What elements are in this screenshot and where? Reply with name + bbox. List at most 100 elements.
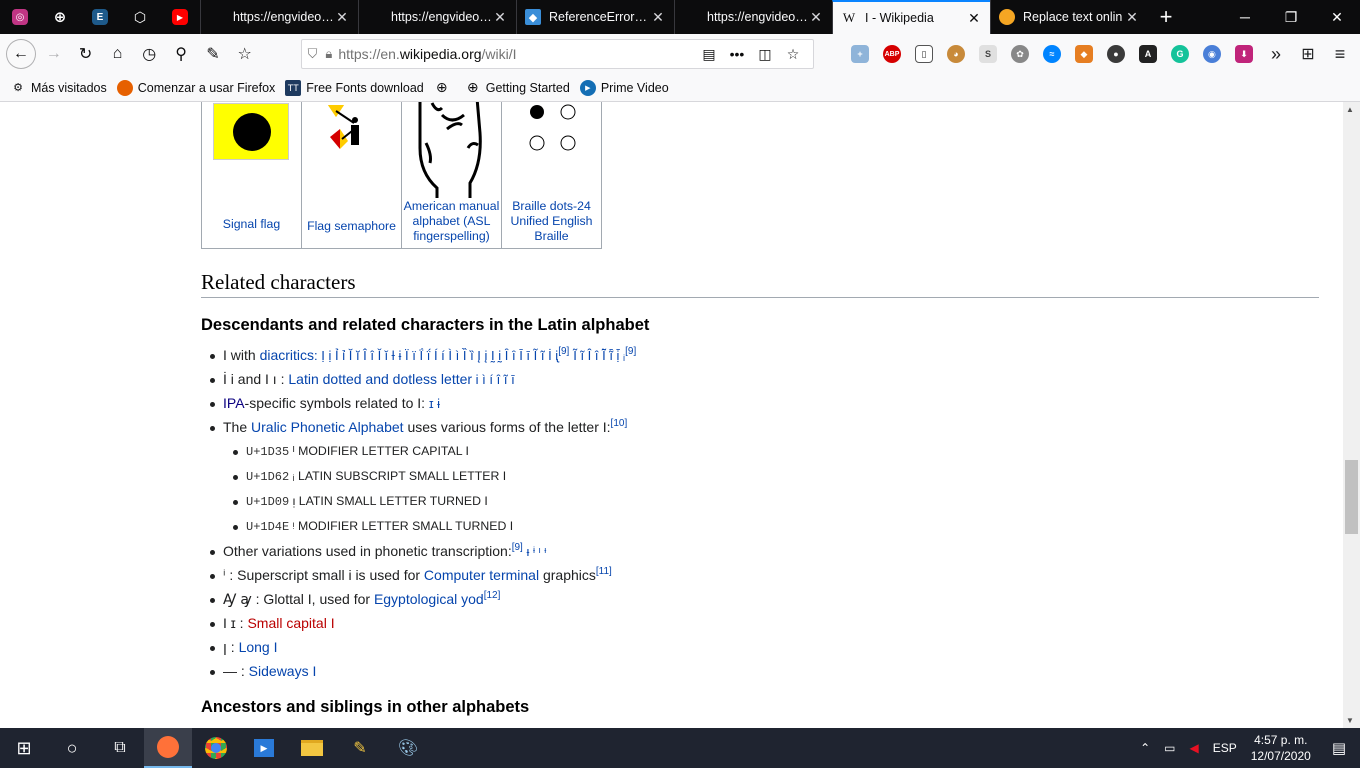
minimize-button[interactable]: ─ xyxy=(1222,0,1268,34)
messenger-icon[interactable]: ≈ xyxy=(1036,40,1068,68)
forward-button[interactable]: → xyxy=(38,38,70,70)
url-text[interactable]: https://en.wikipedia.org/wiki/I xyxy=(338,46,695,62)
pocket-icon[interactable]: ◫ xyxy=(751,46,779,63)
notifications-icon[interactable]: ▤ xyxy=(1318,739,1360,757)
tab-wikipedia-active[interactable]: WI - Wikipedia ✕ xyxy=(832,0,990,34)
download-extension-icon[interactable]: ⬇ xyxy=(1228,40,1260,68)
bookmark-manager-icon[interactable]: ☆ xyxy=(229,38,261,70)
volume-icon[interactable]: ◀︎ xyxy=(1183,741,1206,755)
dictionary-icon[interactable]: A xyxy=(1132,40,1164,68)
flag-semaphore-image[interactable] xyxy=(322,103,382,163)
paint-taskbar-icon[interactable]: 🎨︎ xyxy=(384,728,432,768)
shield-icon[interactable]: ⛉ xyxy=(308,46,318,62)
history-button[interactable]: ◷ xyxy=(133,38,165,70)
citation-9b[interactable]: [9] xyxy=(625,346,636,357)
diacritics-link[interactable]: diacritics xyxy=(260,347,314,363)
extension-add-icon[interactable]: + xyxy=(844,40,876,68)
firefox-taskbar-icon[interactable] xyxy=(144,728,192,768)
menu-hamburger-icon[interactable]: ≡ xyxy=(1324,40,1356,68)
pinned-tab-web[interactable]: ⊕ xyxy=(40,0,80,34)
close-icon[interactable]: ✕ xyxy=(1124,9,1140,26)
settings-extension-icon[interactable]: ✿ xyxy=(1004,40,1036,68)
new-tab-button[interactable]: + xyxy=(1148,0,1184,34)
lock-icon[interactable]: 🔒︎ xyxy=(325,46,332,62)
url-bar[interactable]: ⛉ 🔒︎ https://en.wikipedia.org/wiki/I ▤ •… xyxy=(300,39,814,69)
adblock-icon[interactable]: ABP xyxy=(876,40,908,68)
computer-terminal-link[interactable]: Computer terminal xyxy=(424,567,539,583)
more-extensions-icon[interactable]: » xyxy=(1260,40,1292,68)
tools-taskbar-icon[interactable]: ✎ xyxy=(336,728,384,768)
bookmark-firefox-start[interactable]: Comenzar a usar Firefox xyxy=(116,79,275,96)
extensions-puzzle-icon[interactable]: ⊞ xyxy=(1292,40,1324,68)
signal-flag-image[interactable] xyxy=(213,103,289,160)
phonetic-variations-link[interactable]: ᵻ ᶤ ᶦ ᶧ xyxy=(523,544,546,559)
maximize-button[interactable]: ❐ xyxy=(1268,0,1314,34)
scroll-down-arrow-icon[interactable]: ▼ xyxy=(1346,716,1354,725)
clock[interactable]: 4:57 p. m. 12/07/2020 xyxy=(1244,732,1318,764)
pinned-tab-extension[interactable]: ⬡ xyxy=(120,0,160,34)
close-icon[interactable]: ✕ xyxy=(808,9,824,26)
bookmark-getting-started[interactable]: ⊕ Getting Started xyxy=(465,79,570,96)
s-extension-icon[interactable]: S xyxy=(972,40,1004,68)
citation-11[interactable]: [11] xyxy=(596,566,612,577)
ipa-link[interactable]: IPA xyxy=(223,395,245,411)
asl-hand-image[interactable] xyxy=(412,102,492,198)
chrome-taskbar-icon[interactable] xyxy=(192,728,240,768)
tampermonkey-icon[interactable]: ◕ xyxy=(940,40,972,68)
small-capital-link[interactable]: Small capital I xyxy=(247,615,334,631)
flag-semaphore-link[interactable]: Flag semaphore xyxy=(302,219,401,234)
grammarly-icon[interactable]: G xyxy=(1164,40,1196,68)
search-icon[interactable]: ⚲ xyxy=(165,38,197,70)
pinned-tab-audio[interactable]: E xyxy=(80,0,120,34)
close-icon[interactable]: ✕ xyxy=(334,9,350,26)
braille-link[interactable]: Braille dots-24 Unified English Braille xyxy=(502,199,601,244)
task-view-icon[interactable]: ⧉ xyxy=(96,728,144,768)
shield-extension-icon[interactable]: ◆ xyxy=(1068,40,1100,68)
media-player-icon[interactable]: ▶ xyxy=(240,728,288,768)
bookmark-free-fonts[interactable]: TT Free Fonts download xyxy=(285,79,424,96)
back-button[interactable]: ← xyxy=(6,39,36,69)
file-explorer-icon[interactable] xyxy=(288,728,336,768)
citation-12[interactable]: [12] xyxy=(484,590,501,601)
tab-3[interactable]: ◆ ReferenceError: "x ✕ xyxy=(516,0,674,34)
close-icon[interactable]: ✕ xyxy=(966,10,982,27)
home-button[interactable]: ⌂ xyxy=(102,38,134,70)
scroll-up-arrow-icon[interactable]: ▲ xyxy=(1346,105,1354,114)
reader-view-icon[interactable]: ▤ xyxy=(695,46,723,63)
network-icon[interactable]: ▭ xyxy=(1157,741,1182,755)
diacritics-symbols-link-2[interactable]: Ĩ ĩ Î î Ĩ̄ ĩ̄ ị̄ ᵢ xyxy=(573,348,625,363)
account-icon[interactable]: ● xyxy=(1100,40,1132,68)
pinned-tab-instagram[interactable]: ◎ xyxy=(0,0,40,34)
reader-icon[interactable]: ▯ xyxy=(908,40,940,68)
page-scrollbar[interactable]: ▲ ▼ xyxy=(1343,102,1360,728)
uralic-phonetic-link[interactable]: Uralic Phonetic Alphabet xyxy=(251,419,404,435)
sideways-i-link[interactable]: Sideways I xyxy=(249,663,317,679)
star-bookmark-icon[interactable]: ☆ xyxy=(779,46,807,63)
dotted-dotless-link[interactable]: Latin dotted and dotless letter xyxy=(288,371,472,387)
tab-4[interactable]: https://engvideo.pro/c✕ xyxy=(674,0,832,34)
scrollbar-thumb[interactable] xyxy=(1345,460,1358,534)
close-icon[interactable]: ✕ xyxy=(650,9,666,26)
tab-6[interactable]: Replace text onlin ✕ xyxy=(990,0,1148,34)
citation-9c[interactable]: [9] xyxy=(512,542,523,553)
bookmark-most-visited[interactable]: ⚙ Más visitados xyxy=(10,80,107,96)
citation-10[interactable]: [10] xyxy=(611,418,628,429)
asl-link[interactable]: American manual alphabet (ASL fingerspel… xyxy=(402,199,501,244)
reload-button[interactable]: ↻ xyxy=(70,38,102,70)
close-window-button[interactable]: ✕ xyxy=(1314,0,1360,34)
diacritics-symbols-link[interactable]: : Ị ị Ỉ ỉ Ĭ ĭ Î î Ǐ ǐ Ɨ ɨ Ï ï Ḯ ḯ Í í Ì … xyxy=(314,348,558,363)
pinned-tab-youtube[interactable]: ▶ xyxy=(160,0,200,34)
tools-wrench-icon[interactable]: ✎ xyxy=(197,38,229,70)
egyptological-yod-link[interactable]: Egyptological yod xyxy=(374,591,484,607)
close-icon[interactable]: ✕ xyxy=(492,9,508,26)
language-indicator[interactable]: ESP xyxy=(1206,741,1244,755)
search-extension-icon[interactable]: ◉ xyxy=(1196,40,1228,68)
ipa-symbols-link[interactable]: ɪ ɨ xyxy=(429,396,440,411)
windows-start-icon[interactable]: ⊞ xyxy=(0,728,48,768)
signal-flag-link[interactable]: Signal flag xyxy=(202,217,301,232)
tab-1[interactable]: https://engvideo.pro/c✕ xyxy=(200,0,358,34)
tab-2[interactable]: https://engvideo.pro/c✕ xyxy=(358,0,516,34)
bookmark-prime-video[interactable]: ▶ Prime Video xyxy=(579,79,669,96)
chevron-up-icon[interactable]: ⌃ xyxy=(1133,741,1157,755)
long-i-link[interactable]: Long I xyxy=(239,639,278,655)
